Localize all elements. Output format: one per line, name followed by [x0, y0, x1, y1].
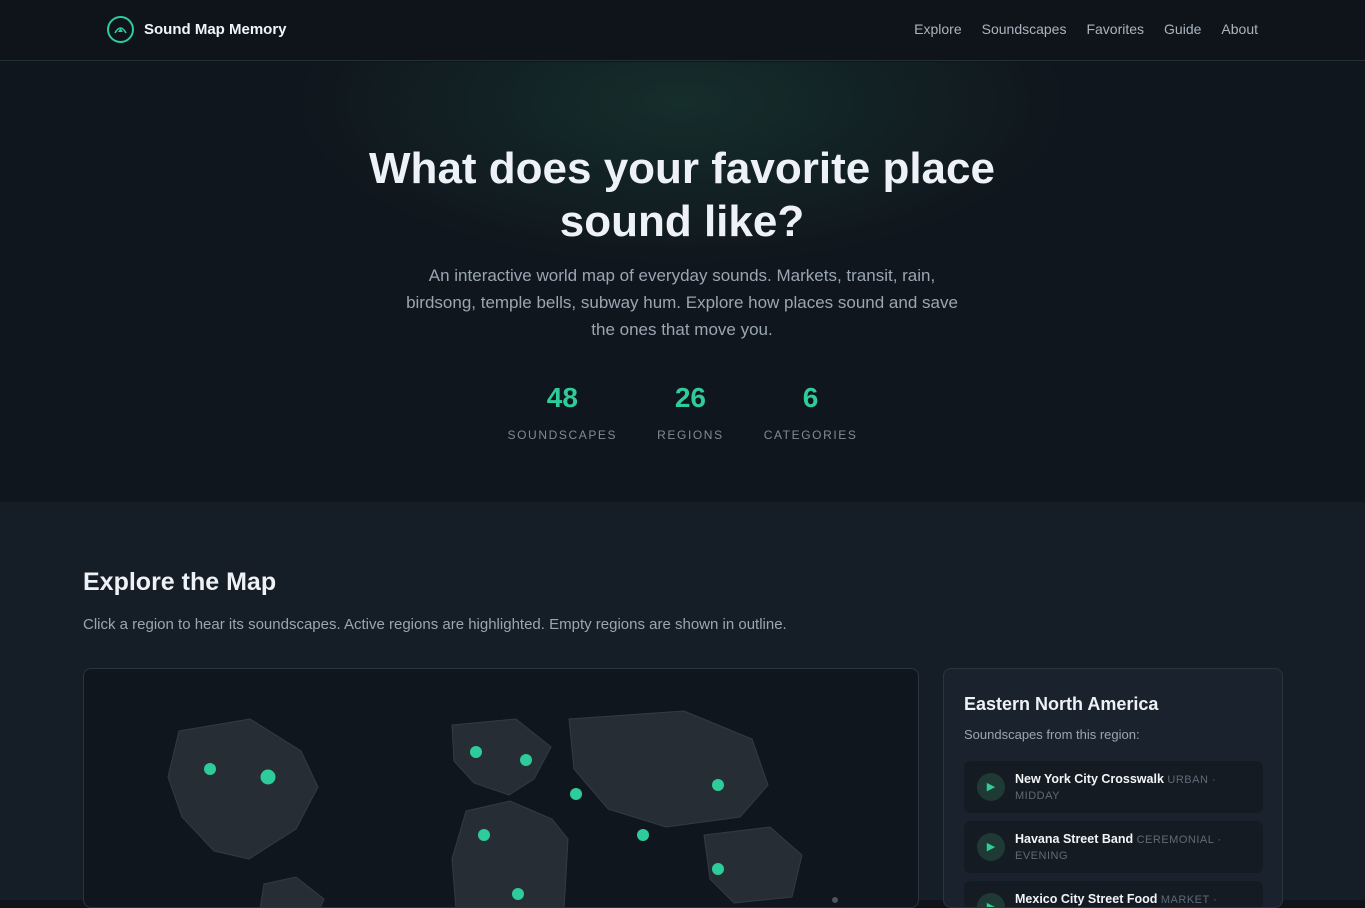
- stat-label: REGIONS: [657, 428, 724, 442]
- section-description: Click a region to hear its soundscapes. …: [83, 616, 787, 633]
- sound-category: CEREMONIAL: [1136, 834, 1214, 846]
- stat-regions: 26 REGIONS: [657, 380, 724, 442]
- brand-name: Sound Map Memory: [144, 21, 287, 38]
- map-pin[interactable]: [204, 763, 216, 775]
- map-pin[interactable]: [470, 746, 482, 758]
- play-icon[interactable]: ▶: [977, 833, 1005, 861]
- hero-subtitle: An interactive world map of everyday sou…: [406, 266, 958, 339]
- hero: What does your favorite place sound like…: [0, 62, 1365, 502]
- map-pin[interactable]: [712, 779, 724, 791]
- panel-subtitle: Soundscapes from this region:: [964, 727, 1140, 742]
- sound-category: URBAN: [1167, 774, 1209, 786]
- section-title: Explore the Map: [83, 568, 277, 596]
- map-region[interactable]: [451, 800, 569, 908]
- stats: 48 SOUNDSCAPES 26 REGIONS 6 CATEGORIES: [0, 380, 1365, 442]
- sound-text: New York City Crosswalk URBAN · MIDDAY: [1015, 772, 1217, 802]
- map-pin[interactable]: [712, 863, 724, 875]
- hero-title: What does your favorite place sound like…: [369, 144, 995, 246]
- sound-time: MIDDAY: [1015, 790, 1060, 802]
- sound-text: Mexico City Street Food MARKET ·: [1015, 892, 1218, 906]
- map-pin[interactable]: [637, 829, 649, 841]
- brand[interactable]: Sound Map Memory: [107, 16, 287, 43]
- sound-item[interactable]: ▶ New York City Crosswalk URBAN · MIDDAY: [964, 761, 1263, 813]
- stat-value: 48: [546, 382, 578, 413]
- sound-item[interactable]: ▶ Havana Street Band CEREMONIAL · EVENIN…: [964, 821, 1263, 873]
- stat-categories: 6 CATEGORIES: [764, 380, 858, 442]
- map-region[interactable]: [167, 718, 319, 860]
- map-pin[interactable]: [832, 897, 838, 903]
- map-pin[interactable]: [478, 829, 490, 841]
- sound-item[interactable]: ▶ Mexico City Street Food MARKET ·: [964, 881, 1263, 907]
- nav-link-guide[interactable]: Guide: [1164, 21, 1201, 37]
- sound-time: EVENING: [1015, 850, 1069, 862]
- map-region[interactable]: [451, 718, 552, 796]
- sound-name: New York City Crosswalk: [1015, 772, 1164, 786]
- nav-links: Explore Soundscapes Favorites Guide Abou…: [894, 21, 1258, 37]
- explore-section: Explore the Map Click a region to hear i…: [0, 502, 1365, 908]
- region-panel: Eastern North America Soundscapes from t…: [943, 668, 1283, 908]
- stat-value: 26: [674, 382, 706, 413]
- nav-link-explore[interactable]: Explore: [914, 21, 961, 37]
- stat-value: 6: [802, 382, 819, 413]
- map-region[interactable]: [259, 876, 325, 908]
- stat-label: CATEGORIES: [763, 428, 858, 442]
- panel-title: Eastern North America: [964, 694, 1159, 714]
- sound-wave-icon: [107, 16, 134, 43]
- nav-link-soundscapes[interactable]: Soundscapes: [982, 21, 1067, 37]
- top-nav: Sound Map Memory Explore Soundscapes Fav…: [0, 0, 1365, 61]
- sound-name: Havana Street Band: [1015, 832, 1134, 846]
- stat-label: SOUNDSCAPES: [507, 428, 618, 442]
- play-icon[interactable]: ▶: [977, 893, 1005, 907]
- world-map[interactable]: [83, 668, 919, 908]
- play-icon[interactable]: ▶: [977, 773, 1005, 801]
- sound-category: MARKET: [1160, 894, 1210, 906]
- map-pin[interactable]: [260, 769, 276, 785]
- map-pin[interactable]: [570, 788, 582, 800]
- stat-soundscapes: 48 SOUNDSCAPES: [508, 380, 618, 442]
- sound-name: Mexico City Street Food: [1015, 892, 1158, 906]
- map-region[interactable]: [568, 710, 769, 828]
- nav-link-about[interactable]: About: [1221, 21, 1258, 37]
- nav-link-favorites[interactable]: Favorites: [1086, 21, 1144, 37]
- sound-text: Havana Street Band CEREMONIAL · EVENING: [1015, 832, 1222, 862]
- map-pin[interactable]: [520, 754, 532, 766]
- map-pin[interactable]: [512, 888, 524, 900]
